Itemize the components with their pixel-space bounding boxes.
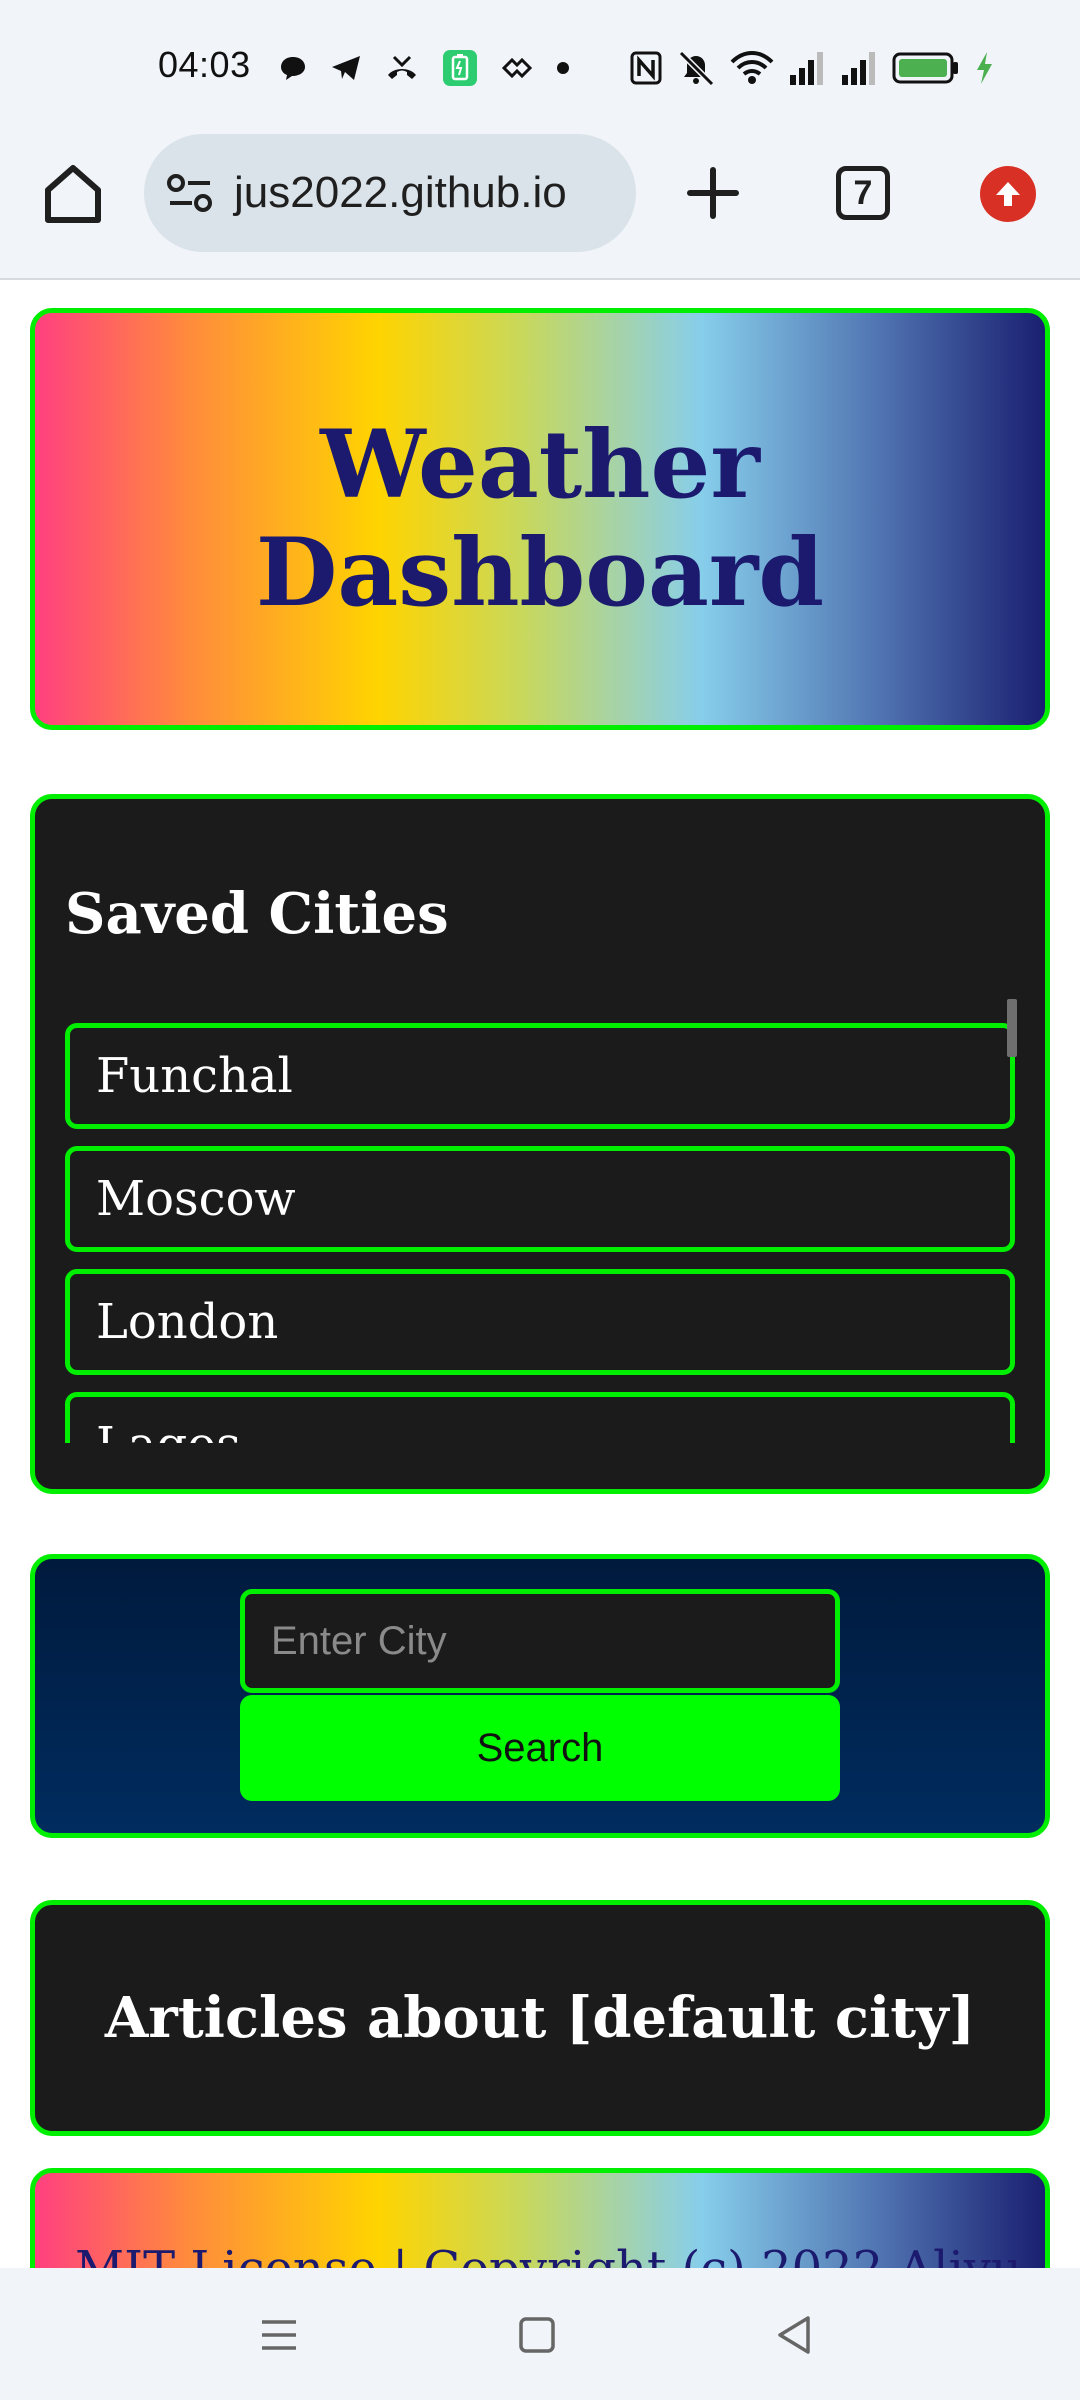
articles-title: Articles about [default city] xyxy=(104,1985,976,2051)
telegram-icon xyxy=(330,53,362,83)
saved-cities-title: Saved Cities xyxy=(65,881,449,947)
city-item-moscow[interactable]: Moscow xyxy=(65,1146,1015,1252)
browser-toolbar: jus2022.github.io 7 xyxy=(0,134,1080,280)
system-icons xyxy=(630,48,994,88)
charging-icon xyxy=(974,51,994,85)
page-title: Weather Dashboard xyxy=(255,410,825,628)
notification-icons xyxy=(278,48,570,88)
footer-license-text[interactable]: MIT License | Copyright (c) 2022 Aliyu..… xyxy=(75,2241,1045,2270)
new-tab-icon[interactable] xyxy=(680,158,746,228)
navigation-bar xyxy=(0,2268,1080,2400)
header-banner: Weather Dashboard xyxy=(30,308,1050,730)
chat-bubble-icon xyxy=(278,53,308,83)
url-text: jus2022.github.io xyxy=(234,168,567,217)
search-button[interactable]: Search xyxy=(240,1695,840,1801)
menu-icon[interactable] xyxy=(254,2310,304,2360)
nfc-icon xyxy=(630,51,662,85)
home-nav-icon[interactable] xyxy=(512,2310,562,2360)
saved-cities-panel: Saved Cities Funchal Moscow London Lagos xyxy=(30,794,1050,1494)
site-settings-icon[interactable] xyxy=(166,171,214,215)
search-panel: Search xyxy=(30,1554,1050,1838)
signal-icon xyxy=(840,51,878,85)
back-icon[interactable] xyxy=(770,2310,820,2360)
home-icon[interactable] xyxy=(38,158,108,228)
address-bar[interactable]: jus2022.github.io xyxy=(144,134,636,252)
city-item-london[interactable]: London xyxy=(65,1269,1015,1375)
city-search-input[interactable] xyxy=(240,1589,840,1693)
mute-icon xyxy=(676,49,716,87)
city-item-lagos[interactable]: Lagos xyxy=(65,1392,1015,1443)
footer: MIT License | Copyright (c) 2022 Aliyu..… xyxy=(30,2168,1050,2270)
update-icon[interactable] xyxy=(980,166,1036,222)
tab-count: 7 xyxy=(853,173,873,212)
missed-call-icon xyxy=(384,53,420,83)
signal-icon xyxy=(788,51,826,85)
articles-panel: Articles about [default city] xyxy=(30,1900,1050,2136)
battery-icon xyxy=(892,51,960,85)
status-time: 04:03 xyxy=(158,44,251,85)
dot-icon xyxy=(556,61,570,75)
wifi-icon xyxy=(730,50,774,86)
saved-cities-list[interactable]: Funchal Moscow London Lagos xyxy=(65,1023,1015,1443)
web-page: Weather Dashboard Saved Cities Funchal M… xyxy=(0,282,1080,2270)
tab-switcher-button[interactable]: 7 xyxy=(836,166,890,220)
status-bar: 04:03 xyxy=(0,0,1080,134)
link-icon xyxy=(500,55,534,81)
battery-saver-icon xyxy=(442,49,478,87)
list-scrollbar[interactable] xyxy=(1007,999,1017,1057)
city-item-funchal[interactable]: Funchal xyxy=(65,1023,1015,1129)
